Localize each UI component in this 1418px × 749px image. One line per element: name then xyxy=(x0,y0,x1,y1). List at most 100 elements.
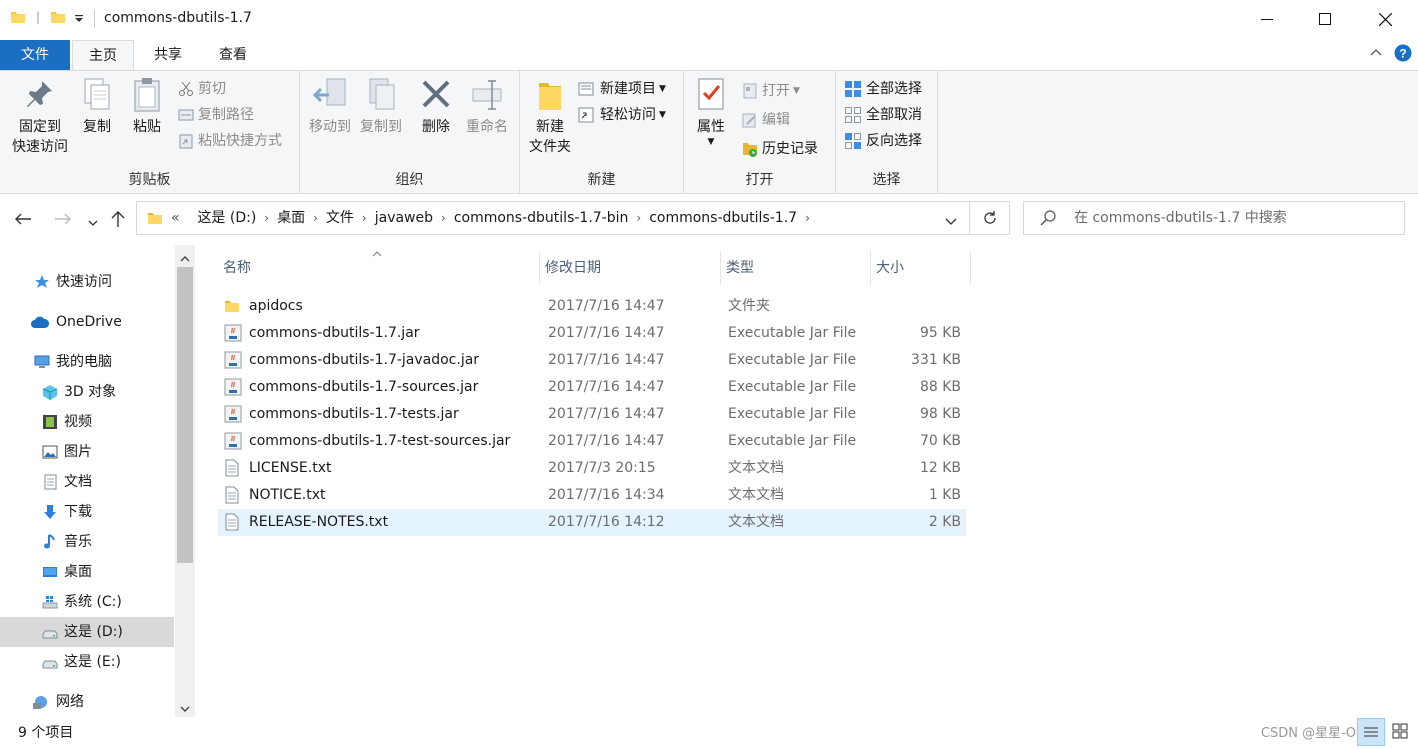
paste-button[interactable]: 粘贴 xyxy=(126,77,168,137)
breadcrumb-item[interactable]: 这是 (D:) xyxy=(197,202,256,234)
new-folder-quick-icon[interactable] xyxy=(50,9,66,29)
sidebar-item-label: 快速访问 xyxy=(56,274,112,290)
address-history-chevron-icon[interactable] xyxy=(945,214,957,230)
paste-shortcut-button[interactable]: 粘贴快捷方式 xyxy=(178,129,282,153)
properties-button[interactable]: 属性 ▼ xyxy=(690,77,732,147)
column-header-size[interactable]: 大小 xyxy=(871,251,971,285)
chevron-right-icon[interactable]: › xyxy=(441,202,446,234)
customize-quick-access-icon[interactable] xyxy=(74,11,84,29)
file-row[interactable]: commons-dbutils-1.7-test-sources.jar 2017… xyxy=(218,428,966,455)
sidebar-item-pictures[interactable]: 图片 xyxy=(0,437,174,467)
large-icons-view-button[interactable] xyxy=(1387,718,1415,746)
invert-selection-button[interactable]: 反向选择 xyxy=(844,129,922,153)
sidebar-scrollbar[interactable] xyxy=(175,245,195,717)
picture-icon xyxy=(42,445,58,459)
collapse-ribbon-icon[interactable] xyxy=(1369,46,1383,64)
breadcrumb-item[interactable]: javaweb xyxy=(375,202,433,234)
window-title: commons-dbutils-1.7 xyxy=(104,10,252,26)
sidebar-item-drive-e[interactable]: 这是 (E:) xyxy=(0,647,174,677)
file-type: 文本文档 xyxy=(728,460,784,476)
copy-to-button[interactable]: 复制到 xyxy=(356,77,406,137)
chevron-right-icon[interactable]: › xyxy=(264,202,269,234)
tab-share[interactable]: 共享 xyxy=(140,40,196,70)
minimize-button[interactable] xyxy=(1238,0,1296,38)
tab-file[interactable]: 文件 xyxy=(0,40,70,70)
sidebar-item-desktop[interactable]: 桌面 xyxy=(0,557,174,587)
search-box[interactable]: 在 commons-dbutils-1.7 中搜索 xyxy=(1023,201,1405,235)
scrollbar-thumb[interactable] xyxy=(177,267,193,563)
refresh-icon xyxy=(983,211,996,224)
file-row[interactable]: commons-dbutils-1.7-javadoc.jar 2017/7/16… xyxy=(218,347,966,374)
windows-drive-icon xyxy=(42,596,58,609)
breadcrumb-item[interactable]: commons-dbutils-1.7-bin xyxy=(454,202,629,234)
breadcrumb-item[interactable]: commons-dbutils-1.7 xyxy=(649,202,797,234)
copy-button[interactable]: 复制 xyxy=(76,77,118,137)
sidebar-item-videos[interactable]: 视频 xyxy=(0,407,174,437)
file-row[interactable]: apidocs 2017/7/16 14:47 文件夹 xyxy=(218,293,966,320)
breadcrumb-overflow[interactable]: « xyxy=(171,202,180,234)
recent-locations-chevron-icon[interactable] xyxy=(88,215,98,231)
open-button[interactable]: 打开 ▼ xyxy=(742,79,800,103)
pin-quick-access-button[interactable]: 固定到 快速访问 xyxy=(6,77,74,157)
scroll-up-icon[interactable] xyxy=(180,251,190,267)
file-size: 1 KB xyxy=(928,487,961,503)
edit-pencil-icon xyxy=(742,113,756,128)
sidebar-item-music[interactable]: 音乐 xyxy=(0,527,174,557)
close-button[interactable] xyxy=(1356,0,1414,38)
new-item-button[interactable]: 新建项目 ▼ xyxy=(578,77,666,101)
tab-home[interactable]: 主页 xyxy=(72,40,134,70)
tab-view[interactable]: 查看 xyxy=(204,40,262,70)
breadcrumb-item[interactable]: 桌面 xyxy=(277,202,305,234)
file-row[interactable]: commons-dbutils-1.7-tests.jar 2017/7/16 1… xyxy=(218,401,966,428)
help-icon[interactable]: ? xyxy=(1394,44,1412,66)
sidebar-item-drive-d[interactable]: 这是 (D:) xyxy=(0,617,174,647)
refresh-button[interactable] xyxy=(970,201,1010,235)
chevron-right-icon[interactable]: › xyxy=(362,202,367,234)
file-row[interactable]: commons-dbutils-1.7-sources.jar 2017/7/16… xyxy=(218,374,966,401)
breadcrumb-item[interactable]: 文件 xyxy=(326,202,354,234)
invert-selection-label: 反向选择 xyxy=(866,133,922,149)
pin-icon xyxy=(27,81,52,107)
new-group: 新建 文件夹 新建项目 ▼ 轻松访问 ▼ 新建 xyxy=(520,71,684,193)
address-bar[interactable]: « 这是 (D:) › 桌面 › 文件 › javaweb › commons-… xyxy=(136,201,970,235)
cut-button[interactable]: 剪切 xyxy=(178,77,226,101)
edit-button[interactable]: 编辑 xyxy=(742,108,790,132)
new-folder-button[interactable]: 新建 文件夹 xyxy=(524,77,576,157)
move-to-button[interactable]: 移动到 xyxy=(306,77,354,137)
select-all-button[interactable]: 全部选择 xyxy=(844,77,922,101)
file-row[interactable]: RELEASE-NOTES.txt 2017/7/16 14:12 文本文档 2 KB xyxy=(218,509,966,536)
maximize-button[interactable] xyxy=(1296,0,1354,38)
delete-button[interactable]: 删除 xyxy=(416,77,456,137)
chevron-right-icon[interactable]: › xyxy=(313,202,318,234)
file-row[interactable]: NOTICE.txt 2017/7/16 14:34 文本文档 1 KB xyxy=(218,482,966,509)
sidebar-item-downloads[interactable]: 下载 xyxy=(0,497,174,527)
sidebar-item-this-pc[interactable]: 我的电脑 xyxy=(0,347,174,377)
select-none-button[interactable]: 全部取消 xyxy=(844,103,922,127)
column-header-name[interactable]: 名称 xyxy=(218,251,540,285)
file-modified-date: 2017/7/3 20:15 xyxy=(548,460,656,476)
column-header-date[interactable]: 修改日期 xyxy=(540,251,721,285)
chevron-right-icon[interactable]: › xyxy=(636,202,641,234)
scroll-down-icon[interactable] xyxy=(180,701,190,717)
details-view-button[interactable] xyxy=(1357,718,1385,746)
copy-path-button[interactable]: 复制路径 xyxy=(178,103,254,127)
sidebar-item-documents[interactable]: 文档 xyxy=(0,467,174,497)
rename-button[interactable]: 重命名 xyxy=(462,77,512,137)
copy-icon xyxy=(84,78,110,110)
sidebar-item-quick-access[interactable]: 快速访问 xyxy=(0,267,174,297)
history-button[interactable]: 历史记录 xyxy=(742,137,818,161)
sidebar-item-3d-objects[interactable]: 3D 对象 xyxy=(0,377,174,407)
back-arrow-icon[interactable] xyxy=(14,212,32,230)
chevron-right-icon[interactable]: › xyxy=(805,202,810,234)
easy-access-button[interactable]: 轻松访问 ▼ xyxy=(578,103,666,127)
column-header-type[interactable]: 类型 xyxy=(721,251,871,285)
select-all-icon xyxy=(845,81,861,97)
file-row[interactable]: LICENSE.txt 2017/7/3 20:15 文本文档 12 KB xyxy=(218,455,966,482)
sidebar-item-onedrive[interactable]: OneDrive xyxy=(0,307,174,337)
sidebar-item-network[interactable]: 网络 xyxy=(0,687,174,717)
properties-checkmark-icon xyxy=(698,78,724,110)
sidebar-item-drive-c[interactable]: 系统 (C:) xyxy=(0,587,174,617)
file-row[interactable]: commons-dbutils-1.7.jar 2017/7/16 14:47 Ex… xyxy=(218,320,966,347)
up-arrow-icon[interactable] xyxy=(110,210,126,232)
forward-arrow-icon[interactable] xyxy=(54,212,72,230)
